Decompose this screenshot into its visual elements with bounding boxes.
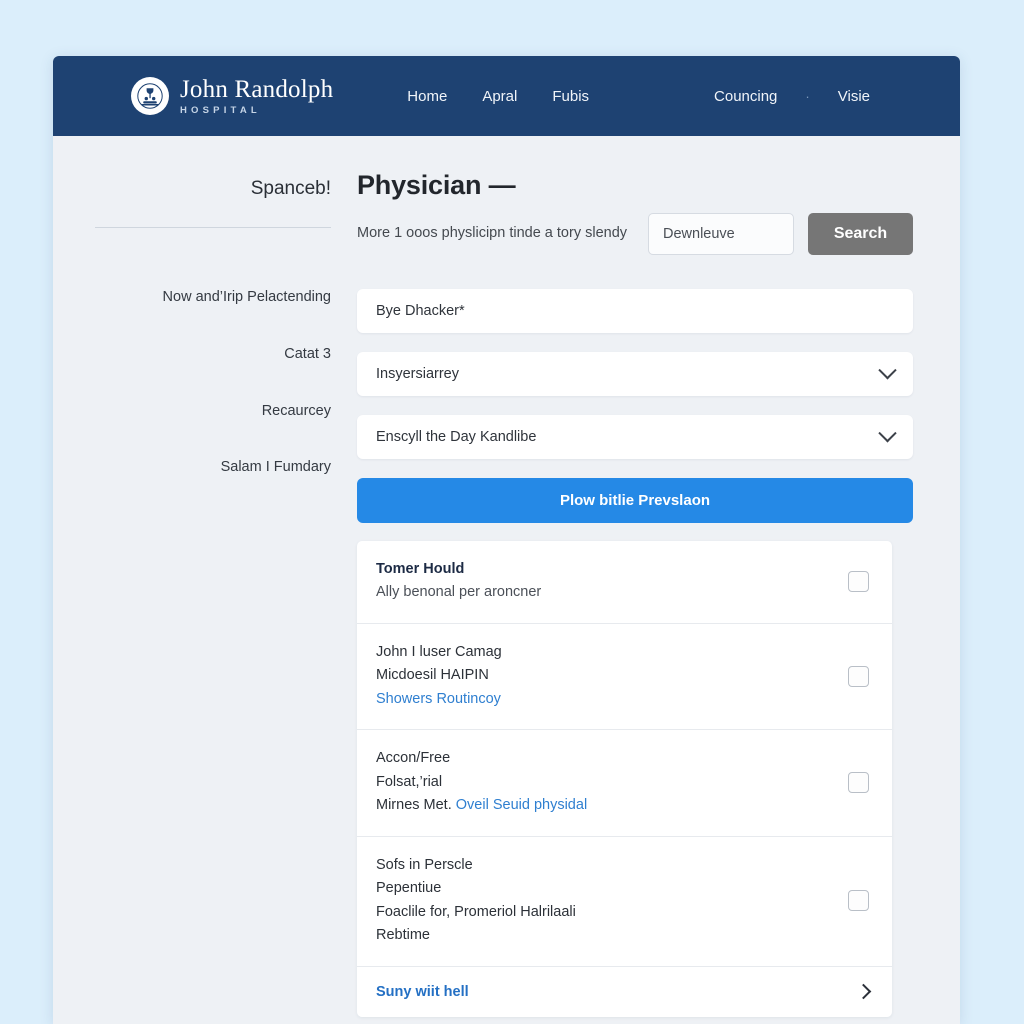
primary-navigation: Home Apral Fubis (407, 88, 589, 105)
result-body: Tomer Hould Ally benonal per aroncner (376, 558, 830, 605)
result-row[interactable]: Tomer Hould Ally benonal per aroncner (357, 541, 892, 624)
app-window: John Randolph HOSPITAL Home Apral Fubis … (53, 56, 960, 1024)
results-footer-link[interactable]: Suny wiit hell (376, 984, 858, 1000)
nav-item-apral[interactable]: Apral (482, 88, 517, 105)
sidebar-title: Spanceb! (250, 178, 331, 199)
result-detail: Rebtime (376, 927, 430, 944)
result-checkbox[interactable] (848, 890, 869, 912)
nav-item-home[interactable]: Home (407, 88, 447, 105)
result-detail: Accon/Free (376, 750, 451, 767)
sidebar-item-catat[interactable]: Catat 3 (95, 346, 331, 362)
sidebar-item-pelactending[interactable]: Now and’Irip Pelactending (95, 289, 331, 305)
result-detail: Sofs in Perscle (376, 856, 473, 873)
result-checkbox[interactable] (848, 665, 869, 687)
result-detail: Foaclile for, Promeriol Halrilaali (376, 903, 576, 920)
chevron-down-icon (878, 360, 897, 379)
result-row[interactable]: Accon/Free Folsat,’rial Mirnes Met. Ovei… (357, 730, 892, 837)
text-field-name[interactable]: Bye Dhacker* (357, 289, 913, 333)
result-link[interactable]: Showers Routincoy (376, 688, 830, 711)
sidebar: Spanceb! Now and’Irip Pelactending Catat… (95, 170, 357, 1017)
result-checkbox[interactable] (848, 772, 869, 794)
sidebar-item-recaurcey[interactable]: Recaurcey (95, 403, 331, 419)
result-row[interactable]: John I luser Camag Micdoesil HAIPIN Show… (357, 624, 892, 731)
search-input[interactable] (648, 213, 794, 255)
result-body: Sofs in Perscle Pepentiue Foaclile for, … (376, 854, 830, 948)
title-row: Physician — More 1 ooos physlicipn tinde… (357, 170, 913, 255)
results-footer[interactable]: Suny wiit hell (357, 967, 892, 1017)
sidebar-item-fumdary[interactable]: Salam I Fumdary (95, 459, 331, 475)
result-detail-text: Mirnes Met. (376, 797, 452, 814)
submit-button[interactable]: Plow bitlie Prevslaon (357, 478, 913, 523)
chevron-right-icon[interactable] (855, 984, 872, 1000)
text-field-name-value: Bye Dhacker* (376, 303, 465, 319)
hospital-emblem-icon (131, 77, 169, 115)
brand-name: John Randolph (180, 75, 334, 103)
select-insurance-value: Insyersiarrey (376, 366, 459, 382)
page-subtitle: More 1 ooos physlicipn tinde a tory slen… (357, 225, 628, 241)
result-detail: Mirnes Met. Oveil Seuid physidal (376, 794, 830, 817)
brand-text: John Randolph HOSPITAL (180, 77, 333, 116)
main-panel: Physician — More 1 ooos physlicipn tinde… (357, 170, 913, 1017)
results-list: Tomer Hould Ally benonal per aroncner Jo… (357, 541, 892, 1017)
sidebar-divider (95, 227, 331, 228)
nav-item-councing[interactable]: Councing (714, 88, 777, 105)
search-group: Search (648, 213, 913, 255)
nav-separator: · (805, 88, 810, 104)
result-detail: Pepentiue (376, 880, 442, 897)
result-detail: John I luser Camag (376, 643, 502, 660)
brand-subtitle: HOSPITAL (180, 104, 261, 116)
select-insurance[interactable]: Insyersiarrey (357, 352, 913, 396)
select-day-value: Enscyll the Day Kandlibe (376, 429, 537, 445)
secondary-navigation: Councing · Visie (714, 88, 870, 105)
result-body: Accon/Free Folsat,’rial Mirnes Met. Ovei… (376, 747, 830, 817)
result-detail: Folsat,’rial (376, 773, 443, 790)
select-day[interactable]: Enscyll the Day Kandlibe (357, 415, 913, 459)
brand[interactable]: John Randolph HOSPITAL (131, 77, 333, 116)
nav-item-fubis[interactable]: Fubis (552, 88, 589, 105)
result-link[interactable]: Oveil Seuid physidal (456, 797, 587, 813)
result-title: Tomer Hould (376, 561, 465, 577)
result-row[interactable]: Sofs in Perscle Pepentiue Foaclile for, … (357, 837, 892, 967)
result-detail: Micdoesil HAIPIN (376, 667, 489, 684)
chevron-down-icon (878, 423, 897, 442)
site-header: John Randolph HOSPITAL Home Apral Fubis … (53, 56, 960, 136)
title-block: Physician — More 1 ooos physlicipn tinde… (357, 170, 648, 241)
content-area: Spanceb! Now and’Irip Pelactending Catat… (53, 136, 960, 1017)
page-title: Physician — (357, 170, 516, 200)
nav-item-visie[interactable]: Visie (838, 88, 870, 105)
search-button[interactable]: Search (808, 213, 913, 255)
result-body: John I luser Camag Micdoesil HAIPIN Show… (376, 641, 830, 711)
result-detail: Ally benonal per aroncner (376, 584, 542, 601)
result-checkbox[interactable] (848, 570, 869, 592)
